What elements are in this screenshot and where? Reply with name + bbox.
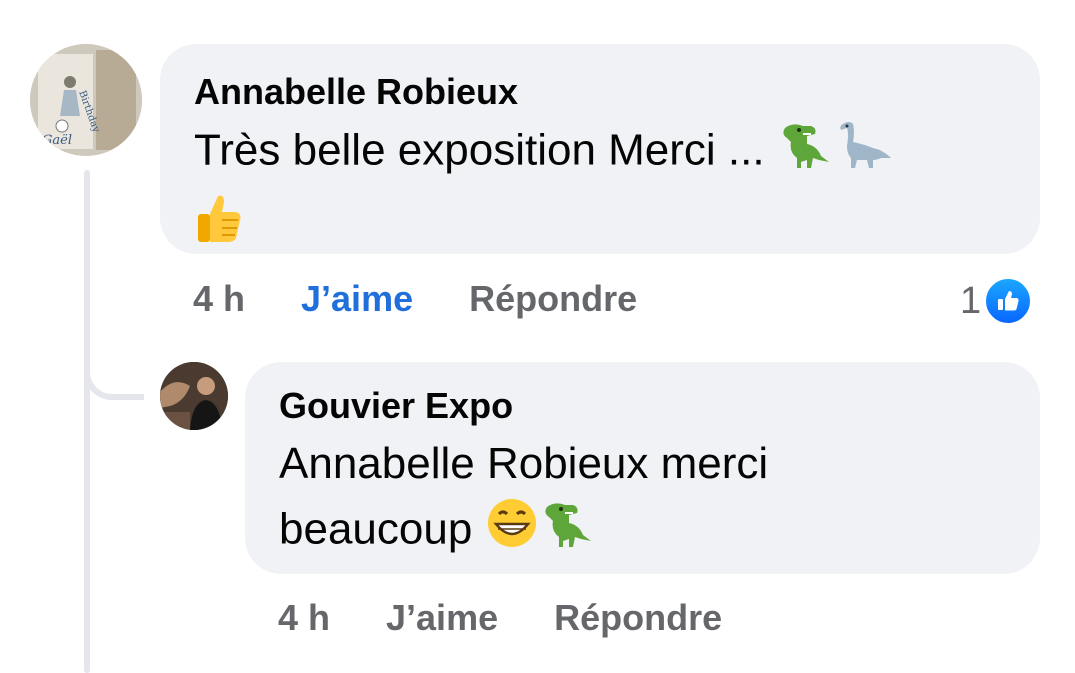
thumbs-up-icon	[194, 192, 244, 262]
comment-bubble: Annabelle Robieux Très belle exposition …	[160, 44, 1040, 254]
avatar-image	[160, 362, 228, 430]
avatar-annabelle[interactable]: Birthday Gaël	[30, 44, 142, 156]
comment-thread: Birthday Gaël Annabelle Robieux Très bel…	[0, 0, 1075, 673]
comment-author[interactable]: Annabelle Robieux	[194, 70, 1006, 114]
reply-bubble: Gouvier Expo Annabelle Robieux merci bea…	[245, 362, 1040, 574]
comment-text: Très belle exposition Merci ...	[194, 125, 765, 175]
avatar-gouvier-expo[interactable]	[160, 362, 228, 430]
reply-timestamp[interactable]: 4 h	[278, 597, 330, 639]
reaction-summary[interactable]: 1	[960, 276, 1034, 326]
reply-button[interactable]: Répondre	[554, 597, 722, 639]
reply-button[interactable]: Répondre	[469, 278, 637, 320]
t-rex-icon	[539, 497, 595, 567]
reply-actions: 4 h J’aime Répondre	[278, 597, 722, 639]
avatar-image: Birthday Gaël	[30, 44, 142, 156]
reply-text-block: Annabelle Robieux merci beaucoup	[279, 432, 839, 568]
reply-author[interactable]: Gouvier Expo	[279, 384, 1006, 428]
sauropod-icon	[833, 118, 893, 188]
t-rex-icon	[777, 118, 833, 188]
thread-line	[84, 170, 90, 673]
like-reaction-icon	[983, 276, 1034, 326]
thread-connector	[84, 360, 144, 400]
like-button[interactable]: J’aime	[386, 597, 498, 639]
comment-emoji-line	[194, 192, 1006, 262]
reaction-count: 1	[960, 279, 982, 322]
comment-text-line: Très belle exposition Merci ...	[194, 118, 1006, 188]
comment-timestamp[interactable]: 4 h	[193, 278, 245, 320]
avatar-caption: Gaël	[42, 133, 72, 148]
like-button[interactable]: J’aime	[301, 278, 413, 320]
comment-actions: 4 h J’aime Répondre	[193, 278, 637, 320]
grinning-face-icon	[485, 496, 539, 568]
